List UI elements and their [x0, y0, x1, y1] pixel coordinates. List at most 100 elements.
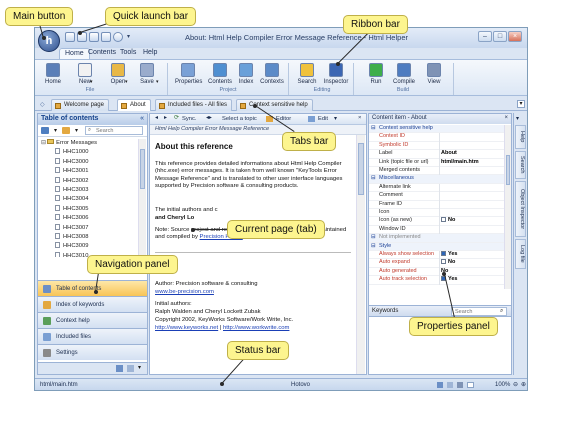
tab-context-help[interactable]: Context sensitive help [236, 99, 313, 111]
tab-help-panel[interactable]: Help [515, 125, 526, 149]
checkbox-icon[interactable] [441, 259, 446, 265]
dropdown-icon[interactable]: ▾ [156, 79, 159, 85]
property-value-cell[interactable]: Yes [441, 251, 457, 257]
properties-button[interactable]: Properties [175, 63, 202, 85]
property-row[interactable]: Symbolic ID [369, 141, 504, 151]
property-row[interactable]: Window ID [369, 225, 504, 235]
tree-item[interactable]: HHC3007 [41, 223, 136, 233]
property-row[interactable]: Frame ID [369, 200, 504, 209]
tab-included-files[interactable]: Included files - All files [155, 99, 233, 111]
property-row[interactable]: Context ID [369, 133, 504, 142]
property-row[interactable]: Label About [369, 150, 504, 159]
property-row[interactable]: Icon [369, 209, 504, 218]
property-row[interactable]: Comment [369, 192, 504, 201]
property-row[interactable]: Always show selection Yes [369, 251, 504, 260]
tab-welcome-page[interactable]: Welcome page [51, 99, 109, 111]
property-row[interactable]: Link (topic file or url) html/main.htm [369, 158, 504, 167]
expand-icon[interactable]: ⊟ [371, 125, 376, 131]
dropdown-icon[interactable]: ▾ [138, 364, 141, 371]
nav-button-context-help[interactable]: Context help [38, 312, 147, 328]
tab-search-panel[interactable]: Search [515, 151, 526, 179]
nav-config-icon[interactable] [116, 365, 123, 372]
tree-scrollbar[interactable] [138, 139, 146, 257]
sync-button[interactable]: Sync. [182, 116, 197, 122]
maximize-icon[interactable]: □ [493, 31, 507, 42]
property-row[interactable]: Alternate link [369, 183, 504, 193]
property-row[interactable]: Icon (as new) No [369, 217, 504, 226]
back-icon[interactable]: ◂ [155, 115, 158, 121]
expand-icon[interactable]: ⊟ [371, 234, 376, 240]
quick-customize-icon[interactable]: ▾ [127, 33, 130, 40]
dropdown-icon[interactable]: ▾ [334, 115, 337, 122]
property-value-cell[interactable]: No [441, 217, 455, 223]
checkbox-icon[interactable] [441, 251, 446, 256]
search-input[interactable] [85, 126, 143, 135]
property-category[interactable]: ⊟ Context sensitive help [369, 125, 504, 134]
author-link[interactable]: www.be-precision.com [155, 289, 351, 296]
quick-save-icon[interactable] [89, 32, 99, 42]
tab-log-file[interactable]: Log file [515, 239, 526, 269]
contents-button[interactable]: Contents [207, 63, 233, 85]
inspector-button[interactable]: Inspector [323, 63, 349, 85]
property-row[interactable]: Auto expand No [369, 259, 504, 268]
tree-item[interactable]: HHC3002 [41, 176, 136, 186]
close-icon[interactable]: × [504, 115, 508, 121]
dropdown-icon[interactable]: ▾ [54, 127, 57, 134]
property-value-cell[interactable]: About [441, 150, 457, 156]
property-value-cell[interactable]: Yes [441, 276, 457, 282]
tree-item[interactable]: HHC3006 [41, 214, 136, 223]
forward-icon[interactable]: ▸ [164, 115, 167, 121]
tab-object-inspector[interactable]: Object Inspector [515, 181, 526, 237]
tabs-menu-icon[interactable]: ▾ [517, 100, 525, 108]
tree-item[interactable]: HHC1000 [41, 148, 136, 158]
nav-button-keywords[interactable]: Index of keywords [38, 296, 147, 312]
page-scrollbar[interactable] [356, 135, 365, 374]
side-menu-icon[interactable]: ▾ [516, 115, 519, 122]
tabs-nav-icon[interactable]: ◇ [40, 101, 45, 108]
property-value-cell[interactable]: html/main.htm [441, 159, 479, 165]
compile-button[interactable]: Compile [391, 63, 417, 85]
dropdown-icon[interactable]: ▾ [75, 127, 78, 134]
tree-item[interactable]: HHC3009 [41, 242, 136, 251]
expand-icon[interactable]: ⊟ [371, 243, 376, 249]
zoom-in-icon[interactable]: ⊕ [521, 381, 526, 388]
home-button[interactable]: Home [40, 63, 66, 85]
contexts-button[interactable]: Contexts [259, 63, 285, 85]
toc-add-icon[interactable] [41, 127, 49, 134]
tree-item[interactable]: HHC3000 [41, 157, 136, 167]
dropdown-icon[interactable]: ▾ [125, 79, 128, 85]
run-button[interactable]: Run [363, 63, 389, 85]
select-topic-button[interactable]: Select a topic [222, 116, 257, 122]
tree-item[interactable]: HHC3008 [41, 232, 136, 242]
toc-edit-icon[interactable] [62, 127, 70, 134]
property-category[interactable]: ⊟ Not implemented [369, 234, 504, 243]
tab-about[interactable]: About [117, 99, 151, 111]
nav-button-included-files[interactable]: Included files [38, 328, 147, 344]
view-button[interactable]: View [421, 63, 447, 85]
collapse-icon[interactable]: « [140, 115, 144, 122]
property-row[interactable]: Merged contents [369, 167, 504, 176]
quick-undo-icon[interactable] [101, 32, 111, 42]
tree-item[interactable]: HHC3005 [41, 204, 136, 214]
keyworks-link[interactable]: http://www.keyworks.net [155, 325, 218, 331]
keyword-search-input[interactable] [451, 307, 507, 316]
index-button[interactable]: Index [233, 63, 259, 85]
close-icon[interactable]: × [508, 31, 522, 42]
tree-item[interactable]: HHC3001 [41, 167, 136, 176]
scroll-thumb[interactable] [140, 149, 145, 189]
property-row[interactable]: Auto track selection Yes [369, 276, 504, 285]
quick-help-icon[interactable] [113, 32, 123, 42]
property-value-cell[interactable]: No [441, 259, 455, 265]
new-button[interactable]: New [72, 63, 98, 85]
dropdown-icon[interactable]: ▾ [90, 79, 93, 85]
nav-options-icon[interactable] [127, 365, 134, 372]
tree-root[interactable]: ⊟ Error Messages [41, 139, 136, 148]
nav-button-toc[interactable]: Table of contents [38, 280, 147, 296]
minimize-icon[interactable]: – [478, 31, 492, 42]
quick-new-icon[interactable] [65, 32, 75, 42]
expand-icon[interactable]: ⊟ [371, 175, 376, 181]
property-category[interactable]: ⊟ Style [369, 242, 504, 251]
scroll-thumb[interactable] [506, 155, 510, 185]
close-icon[interactable]: × [358, 115, 361, 121]
zoom-out-icon[interactable]: ⊖ [513, 381, 518, 388]
